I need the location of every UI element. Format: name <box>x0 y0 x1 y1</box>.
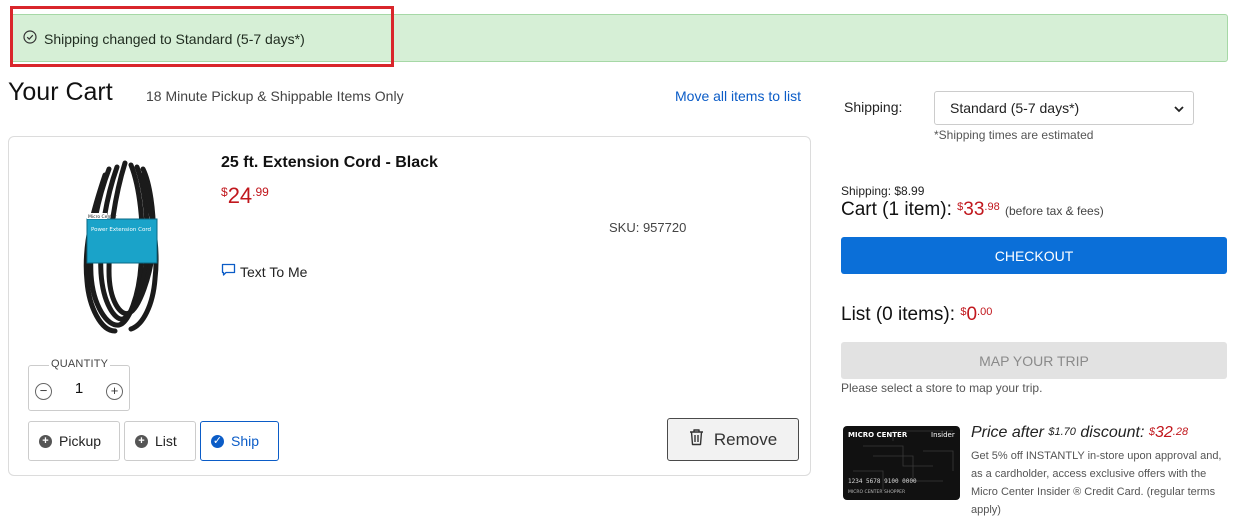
quantity-label: QUANTITY <box>49 358 111 370</box>
sku-label: SKU: 957720 <box>609 220 687 235</box>
list-label: List <box>155 433 177 449</box>
cart-total: Cart (1 item): $33.98 (before tax & fees… <box>841 199 1104 220</box>
svg-text:Insider: Insider <box>931 431 955 439</box>
product-name[interactable]: 25 ft. Extension Cord - Black <box>221 154 438 172</box>
page-title: Your Cart <box>8 78 113 106</box>
pickup-option-button[interactable]: + Pickup <box>28 421 120 461</box>
product-package-label: Power Extension Cord <box>91 227 151 233</box>
highlight-box <box>10 6 394 67</box>
promo-text: Get 5% off INSTANTLY in-store upon appro… <box>971 450 1222 516</box>
plus-icon: + <box>110 383 119 398</box>
cart-item-card: Power Extension Cord Micro Center 25 ft.… <box>8 136 811 476</box>
plus-circle-icon: + <box>39 434 52 448</box>
map-your-trip-button[interactable]: MAP YOUR TRIP <box>841 342 1227 379</box>
remove-label: Remove <box>713 429 778 449</box>
ship-label: Ship <box>231 433 260 449</box>
ship-option-button[interactable]: ✓ Ship <box>200 421 279 461</box>
svg-text:MICRO CENTER: MICRO CENTER <box>848 431 908 439</box>
product-image[interactable]: Power Extension Cord Micro Center <box>69 155 179 337</box>
svg-text:MICRO CENTER SHOPPER: MICRO CENTER SHOPPER <box>848 489 905 495</box>
chevron-down-icon <box>1173 102 1185 118</box>
shipping-label: Shipping: <box>844 99 903 115</box>
map-trip-note: Please select a store to map your trip. <box>841 381 1043 395</box>
move-all-to-list-link[interactable]: Move all items to list <box>675 88 801 104</box>
promo-title: Price after $1.70 discount: $32.28 <box>971 424 1189 441</box>
shipping-method-select[interactable]: Standard (5-7 days*) <box>934 91 1194 125</box>
credit-card-image[interactable]: MICRO CENTER Insider 1234 5678 9100 0000… <box>843 426 960 500</box>
quantity-stepper: QUANTITY − 1 + <box>28 358 130 411</box>
product-package-brand: Micro Center <box>88 214 117 220</box>
list-option-button[interactable]: + List <box>124 421 196 461</box>
shipping-cost: Shipping: $8.99 <box>841 184 925 198</box>
chat-icon <box>221 263 236 280</box>
shipping-note: *Shipping times are estimated <box>934 128 1094 142</box>
plus-circle-icon: + <box>135 434 148 448</box>
cart-subtitle: 18 Minute Pickup & Shippable Items Only <box>146 88 404 104</box>
minus-icon: − <box>39 383 48 398</box>
decrease-quantity-button[interactable]: − <box>35 383 52 400</box>
text-to-me-label: Text To Me <box>240 263 308 280</box>
checkout-button[interactable]: CHECKOUT <box>841 237 1227 274</box>
quantity-value[interactable]: 1 <box>73 380 85 397</box>
remove-button[interactable]: Remove <box>667 418 799 461</box>
increase-quantity-button[interactable]: + <box>106 383 123 400</box>
shipping-selected-value: Standard (5-7 days*) <box>950 100 1080 116</box>
svg-text:1234 5678 9100 0000: 1234 5678 9100 0000 <box>848 478 917 485</box>
text-to-me-link[interactable]: Text To Me <box>221 263 307 280</box>
item-price: $24.99 <box>221 183 269 208</box>
pickup-label: Pickup <box>59 433 102 449</box>
check-icon: ✓ <box>211 434 224 448</box>
list-total: List (0 items): $0.00 <box>841 304 993 325</box>
trash-icon <box>689 428 704 451</box>
